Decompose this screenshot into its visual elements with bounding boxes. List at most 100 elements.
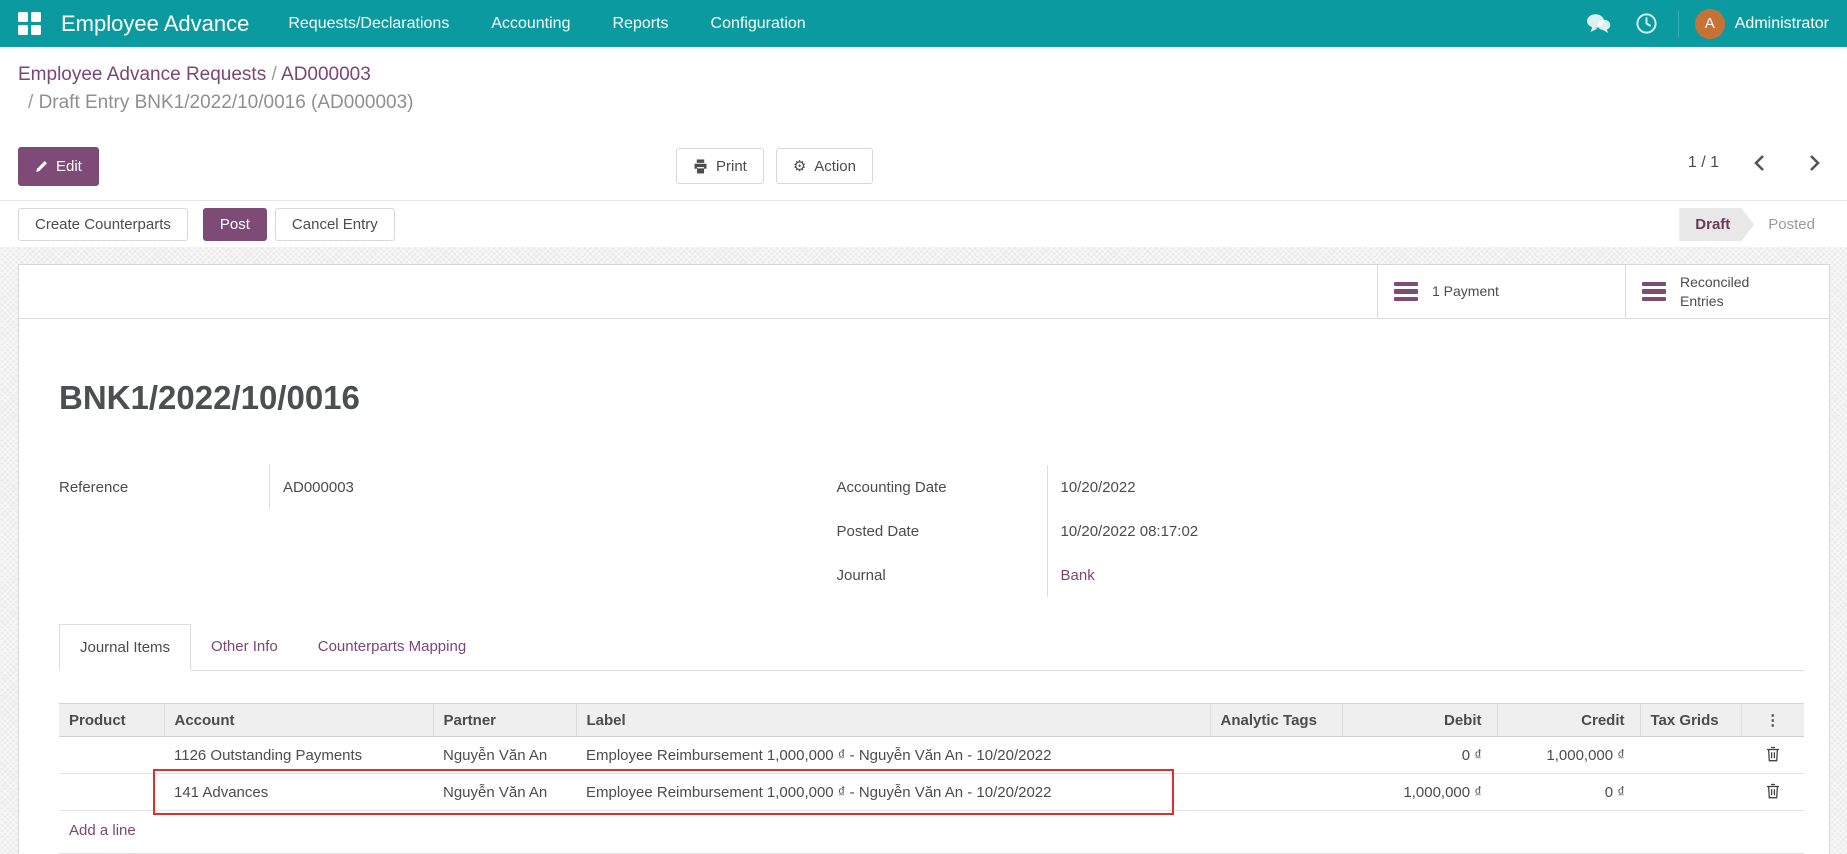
pencil-icon — [35, 160, 48, 173]
field-accounting-date: Accounting Date 10/20/2022 — [837, 465, 1560, 509]
breadcrumb: Employee Advance Requests / AD000003 / D… — [18, 61, 1829, 117]
cell-analytic-tags[interactable] — [1210, 737, 1342, 774]
accounting-date-value: 10/20/2022 — [1047, 465, 1560, 509]
posted-date-label: Posted Date — [837, 523, 1047, 540]
pager-next-icon[interactable] — [1801, 150, 1829, 176]
pager-previous-icon[interactable] — [1745, 150, 1773, 176]
journal-value-link[interactable]: Bank — [1061, 567, 1095, 584]
delete-row-button[interactable] — [1762, 744, 1784, 767]
payment-smart-button-label: 1 Payment — [1432, 282, 1499, 301]
breadcrumb-link-record[interactable]: AD000003 — [281, 64, 371, 85]
add-line-row: Add a line — [59, 811, 1804, 854]
field-journal: Journal Bank — [837, 553, 1560, 597]
cell-product[interactable] — [59, 774, 164, 811]
notebook-tabs: Journal Items Other Info Counterparts Ma… — [59, 624, 1804, 671]
reconciled-entries-smart-button[interactable]: Reconciled Entries — [1625, 265, 1829, 318]
tab-other-info[interactable]: Other Info — [191, 624, 298, 670]
breadcrumb-current-label: Draft Entry BNK1/2022/10/0016 (AD000003) — [39, 92, 414, 113]
cell-tax-grids[interactable] — [1640, 737, 1741, 774]
pager-value[interactable]: 1 / 1 — [1688, 154, 1719, 172]
column-header-analytic-tags[interactable]: Analytic Tags — [1210, 704, 1342, 737]
breadcrumb-line1: Employee Advance Requests / AD000003 — [18, 61, 1829, 89]
navbar-right: A Administrator — [1582, 9, 1829, 39]
reference-label: Reference — [59, 479, 269, 496]
status-posted[interactable]: Posted — [1754, 208, 1829, 241]
gear-icon: ⚙ — [793, 159, 806, 174]
column-header-tax-grids[interactable]: Tax Grids — [1640, 704, 1741, 737]
toolbar-center: Print ⚙ Action — [676, 148, 873, 184]
action-button[interactable]: ⚙ Action — [776, 148, 873, 184]
activities-clock-icon[interactable] — [1631, 12, 1662, 35]
tab-journal-items[interactable]: Journal Items — [59, 624, 191, 671]
cell-credit[interactable]: 1,000,000 ₫ — [1497, 737, 1640, 774]
cell-debit[interactable]: 1,000,000 ₫ — [1342, 774, 1497, 811]
top-navbar: Employee Advance Requests/Declarations A… — [0, 0, 1847, 47]
menu-accounting[interactable]: Accounting — [470, 0, 591, 47]
reconciled-lines-icon — [1642, 282, 1666, 302]
print-button-label: Print — [716, 158, 747, 175]
optional-columns-kebab-icon[interactable]: ⋮ — [1741, 704, 1804, 737]
cell-account[interactable]: 141 Advances — [164, 774, 433, 811]
add-a-line-link[interactable]: Add a line — [69, 822, 136, 839]
field-posted-date: Posted Date 10/20/2022 08:17:02 — [837, 509, 1560, 553]
tab-counterparts-mapping[interactable]: Counterparts Mapping — [298, 624, 486, 670]
menu-requests-declarations[interactable]: Requests/Declarations — [267, 0, 470, 47]
column-header-product[interactable]: Product — [59, 704, 164, 737]
smart-buttons-row: 1 Payment Reconciled Entries — [19, 265, 1829, 319]
journal-item-row-2[interactable]: 141 Advances Nguyễn Văn An Employee Reim… — [59, 774, 1804, 811]
sheet-body: BNK1/2022/10/0016 Reference AD000003 Acc… — [19, 379, 1829, 854]
column-header-label[interactable]: Label — [576, 704, 1210, 737]
column-header-partner[interactable]: Partner — [433, 704, 576, 737]
menu-configuration[interactable]: Configuration — [690, 0, 827, 47]
cell-partner[interactable]: Nguyễn Văn An — [433, 737, 576, 774]
post-button[interactable]: Post — [203, 208, 267, 241]
edit-button-label: Edit — [56, 158, 82, 175]
column-header-account[interactable]: Account — [164, 704, 433, 737]
delete-row-button[interactable] — [1762, 781, 1784, 804]
journal-label: Journal — [837, 567, 1047, 584]
cell-label[interactable]: Employee Reimbursement 1,000,000 ₫ - Ngu… — [576, 774, 1210, 811]
app-title[interactable]: Employee Advance — [61, 11, 249, 37]
journal-items-table-wrap: Product Account Partner Label Analytic T… — [59, 703, 1804, 854]
apps-grid-icon[interactable] — [18, 12, 41, 35]
cell-credit[interactable]: 0 ₫ — [1497, 774, 1640, 811]
record-actions: Create Counterparts Post Cancel Entry — [18, 208, 395, 241]
cell-tax-grids[interactable] — [1640, 774, 1741, 811]
status-widget: Draft Posted — [1679, 208, 1829, 241]
column-header-credit[interactable]: Credit — [1497, 704, 1640, 737]
cell-product[interactable] — [59, 737, 164, 774]
navbar-divider — [1678, 11, 1679, 37]
content-area: 1 Payment Reconciled Entries BNK1/2022/1… — [0, 247, 1847, 854]
accounting-date-label: Accounting Date — [837, 479, 1047, 496]
table-header-row: Product Account Partner Label Analytic T… — [59, 704, 1804, 737]
column-header-debit[interactable]: Debit — [1342, 704, 1497, 737]
user-name: Administrator — [1735, 15, 1829, 33]
journal-lines-icon — [1394, 282, 1418, 302]
breadcrumb-link-requests[interactable]: Employee Advance Requests — [18, 64, 266, 85]
statusbar-row: Create Counterparts Post Cancel Entry Dr… — [18, 201, 1829, 242]
cell-account[interactable]: 1126 Outstanding Payments — [164, 737, 433, 774]
messages-icon[interactable] — [1582, 13, 1615, 34]
edit-button[interactable]: Edit — [18, 147, 99, 186]
form-sheet: 1 Payment Reconciled Entries BNK1/2022/1… — [18, 264, 1830, 854]
field-reference: Reference AD000003 — [59, 465, 782, 509]
cell-label[interactable]: Employee Reimbursement 1,000,000 ₫ - Ngu… — [576, 737, 1210, 774]
payment-smart-button[interactable]: 1 Payment — [1377, 265, 1625, 318]
breadcrumb-current: / Draft Entry BNK1/2022/10/0016 (AD00000… — [18, 89, 1829, 117]
cell-debit[interactable]: 0 ₫ — [1342, 737, 1497, 774]
menu-reports[interactable]: Reports — [591, 0, 689, 47]
pager: 1 / 1 — [1688, 150, 1829, 176]
print-button[interactable]: Print — [676, 148, 764, 184]
action-button-label: Action — [814, 158, 856, 175]
cancel-entry-button[interactable]: Cancel Entry — [275, 208, 395, 241]
user-menu[interactable]: A Administrator — [1695, 9, 1829, 39]
control-panel: Employee Advance Requests / AD000003 / D… — [0, 47, 1847, 247]
breadcrumb-separator2: / — [28, 92, 39, 113]
printer-icon — [693, 159, 708, 174]
cell-analytic-tags[interactable] — [1210, 774, 1342, 811]
posted-date-value: 10/20/2022 08:17:02 — [1047, 509, 1560, 553]
journal-item-row-1[interactable]: 1126 Outstanding Payments Nguyễn Văn An … — [59, 737, 1804, 774]
cell-partner[interactable]: Nguyễn Văn An — [433, 774, 576, 811]
create-counterparts-button[interactable]: Create Counterparts — [18, 208, 188, 241]
status-draft[interactable]: Draft — [1679, 208, 1754, 241]
